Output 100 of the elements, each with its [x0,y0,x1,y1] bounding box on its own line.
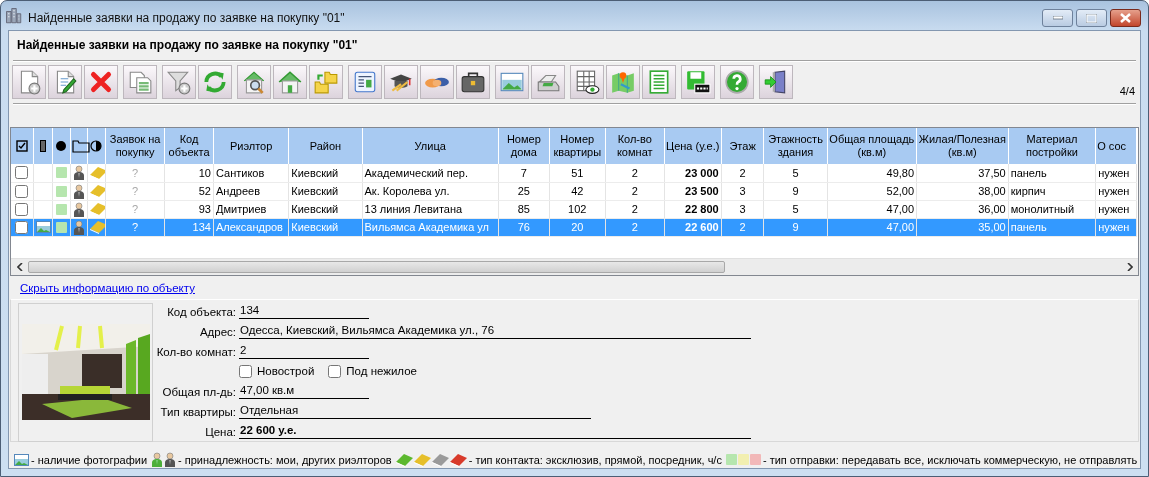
scroll-left-icon [16,263,23,272]
delete-button[interactable] [84,65,118,99]
field-value: 134 [239,301,369,319]
dot-icon [56,141,67,151]
column-header[interactable]: Материал постройки [1008,128,1096,164]
checkbox-label: Под нежилое [346,363,417,379]
table-cell: нужен [1095,182,1137,200]
add-filter-button[interactable] [162,65,196,99]
table-cell: ? [105,182,165,200]
row-checkbox[interactable] [15,184,29,198]
table-cell: Киевский [288,200,363,218]
table-cell: 7 [498,164,550,182]
table-cell: Андреев [213,182,289,200]
table-cell: Ак. Королева ул. [362,182,499,200]
window-title: Найденные заявки на продажу по заявке на покупку "01" [28,10,345,27]
refresh-button[interactable] [198,65,232,99]
table-cell: 22 800 [664,200,722,218]
copy-button[interactable] [123,65,157,99]
table-cell: Академический пер. [362,164,499,182]
edit-button[interactable] [48,65,82,99]
field-value: 22 600 у.е. [239,421,751,439]
picture-button[interactable] [495,65,529,99]
close-icon [1120,13,1131,23]
hide-details-link[interactable]: Скрыть информацию по объекту [20,280,195,298]
save-export-button[interactable] [681,65,715,99]
graduation-cap-button[interactable] [384,65,418,99]
table-cell: 52 [164,182,214,200]
table-cell: нужен [1095,164,1137,182]
column-header[interactable]: Улица [362,128,499,164]
grid-eye-icon [574,69,600,95]
legend-text: - наличие фотографии [31,452,148,468]
column-header[interactable]: Этажность здания [763,128,828,164]
window-heading: Найденные заявки на продажу по заявке на покупку "01" [16,37,359,54]
filter-plus-icon [166,69,192,95]
table-cell: 13 линия Левитана [362,200,499,218]
table-cell: 10 [164,164,214,182]
scrollbar-thumb[interactable] [28,261,725,274]
table-cell: панель [1008,164,1096,182]
legend-text: - тип контакта: эксклюзив, прямой, посредник, ч/с [468,452,722,468]
table-cell: 2 [605,164,665,182]
table-cell: 23 500 [664,182,722,200]
field-value: 2 [239,341,369,359]
house-button[interactable] [273,65,307,99]
table-cell: кирпич [1008,182,1096,200]
row-checkbox[interactable] [15,202,29,216]
table-cell: 2 [605,182,665,200]
column-header[interactable]: О сос [1095,128,1137,164]
minimize-icon [1052,16,1063,20]
handshake-button[interactable] [420,65,454,99]
table-cell: 42 [549,182,606,200]
table-cell: нужен [1095,200,1137,218]
house-icon [277,69,303,95]
list-button[interactable] [642,65,676,99]
exit-button[interactable] [759,65,793,99]
table-cell: 5 [763,164,828,182]
field-label: Код объекта: [166,304,237,320]
column-header[interactable]: Риэлтор [213,128,289,164]
minimize-button[interactable] [1042,9,1073,27]
field-label: Адрес: [198,324,237,340]
row-checkbox[interactable] [15,220,29,234]
table-cell: Сантиков [213,164,289,182]
table-cell: 37,50 [916,164,1009,182]
horizontal-scrollbar[interactable] [11,258,1138,276]
table-cell: ? [105,164,165,182]
column-header[interactable]: Номер дома [498,128,550,164]
checkbox[interactable] [328,365,342,378]
checkbox[interactable] [239,365,252,378]
column-header[interactable]: Заявок на покупку [105,128,165,164]
column-header[interactable]: Номер квартиры [549,128,606,164]
close-button[interactable] [1110,9,1141,27]
grid-view-button[interactable] [570,65,604,99]
column-header[interactable]: Район [288,128,363,164]
scroll-right-icon [1126,263,1133,272]
table-cell: 47,00 [827,200,917,218]
printer-button[interactable] [531,65,565,99]
briefcase-button[interactable] [456,65,490,99]
row-checkbox[interactable] [15,166,29,180]
table-cell: 9 [763,182,828,200]
house-search-button[interactable] [237,65,271,99]
folders-button[interactable] [309,65,343,99]
form-icon [352,69,378,95]
table-cell: 23 000 [664,164,722,182]
column-header[interactable]: Код объекта [164,128,214,164]
table-cell: Дмитриев [213,200,289,218]
form-button[interactable] [348,65,382,99]
column-header[interactable]: Цена (у.е.) [664,128,722,164]
save-export-icon [685,69,711,95]
column-header[interactable]: Общая площадь (кв.м) [827,128,917,164]
help-button[interactable] [720,65,754,99]
table-cell: 102 [549,200,606,218]
buildings-icon [5,7,23,25]
table-cell: 38,00 [916,182,1009,200]
record-counter: 4/4 [1119,83,1135,99]
new-document-button[interactable] [12,65,46,99]
column-header[interactable]: Этаж [721,128,764,164]
table-cell: 2 [605,200,665,218]
column-header[interactable]: Кол-во комнат [605,128,665,164]
map-button[interactable] [606,65,640,99]
legend-text: - тип отправки: передавать все, исключать коммерческую, не отправлять [762,452,1138,468]
column-header[interactable]: Жилая/Полезная (кв.м) [916,128,1009,164]
